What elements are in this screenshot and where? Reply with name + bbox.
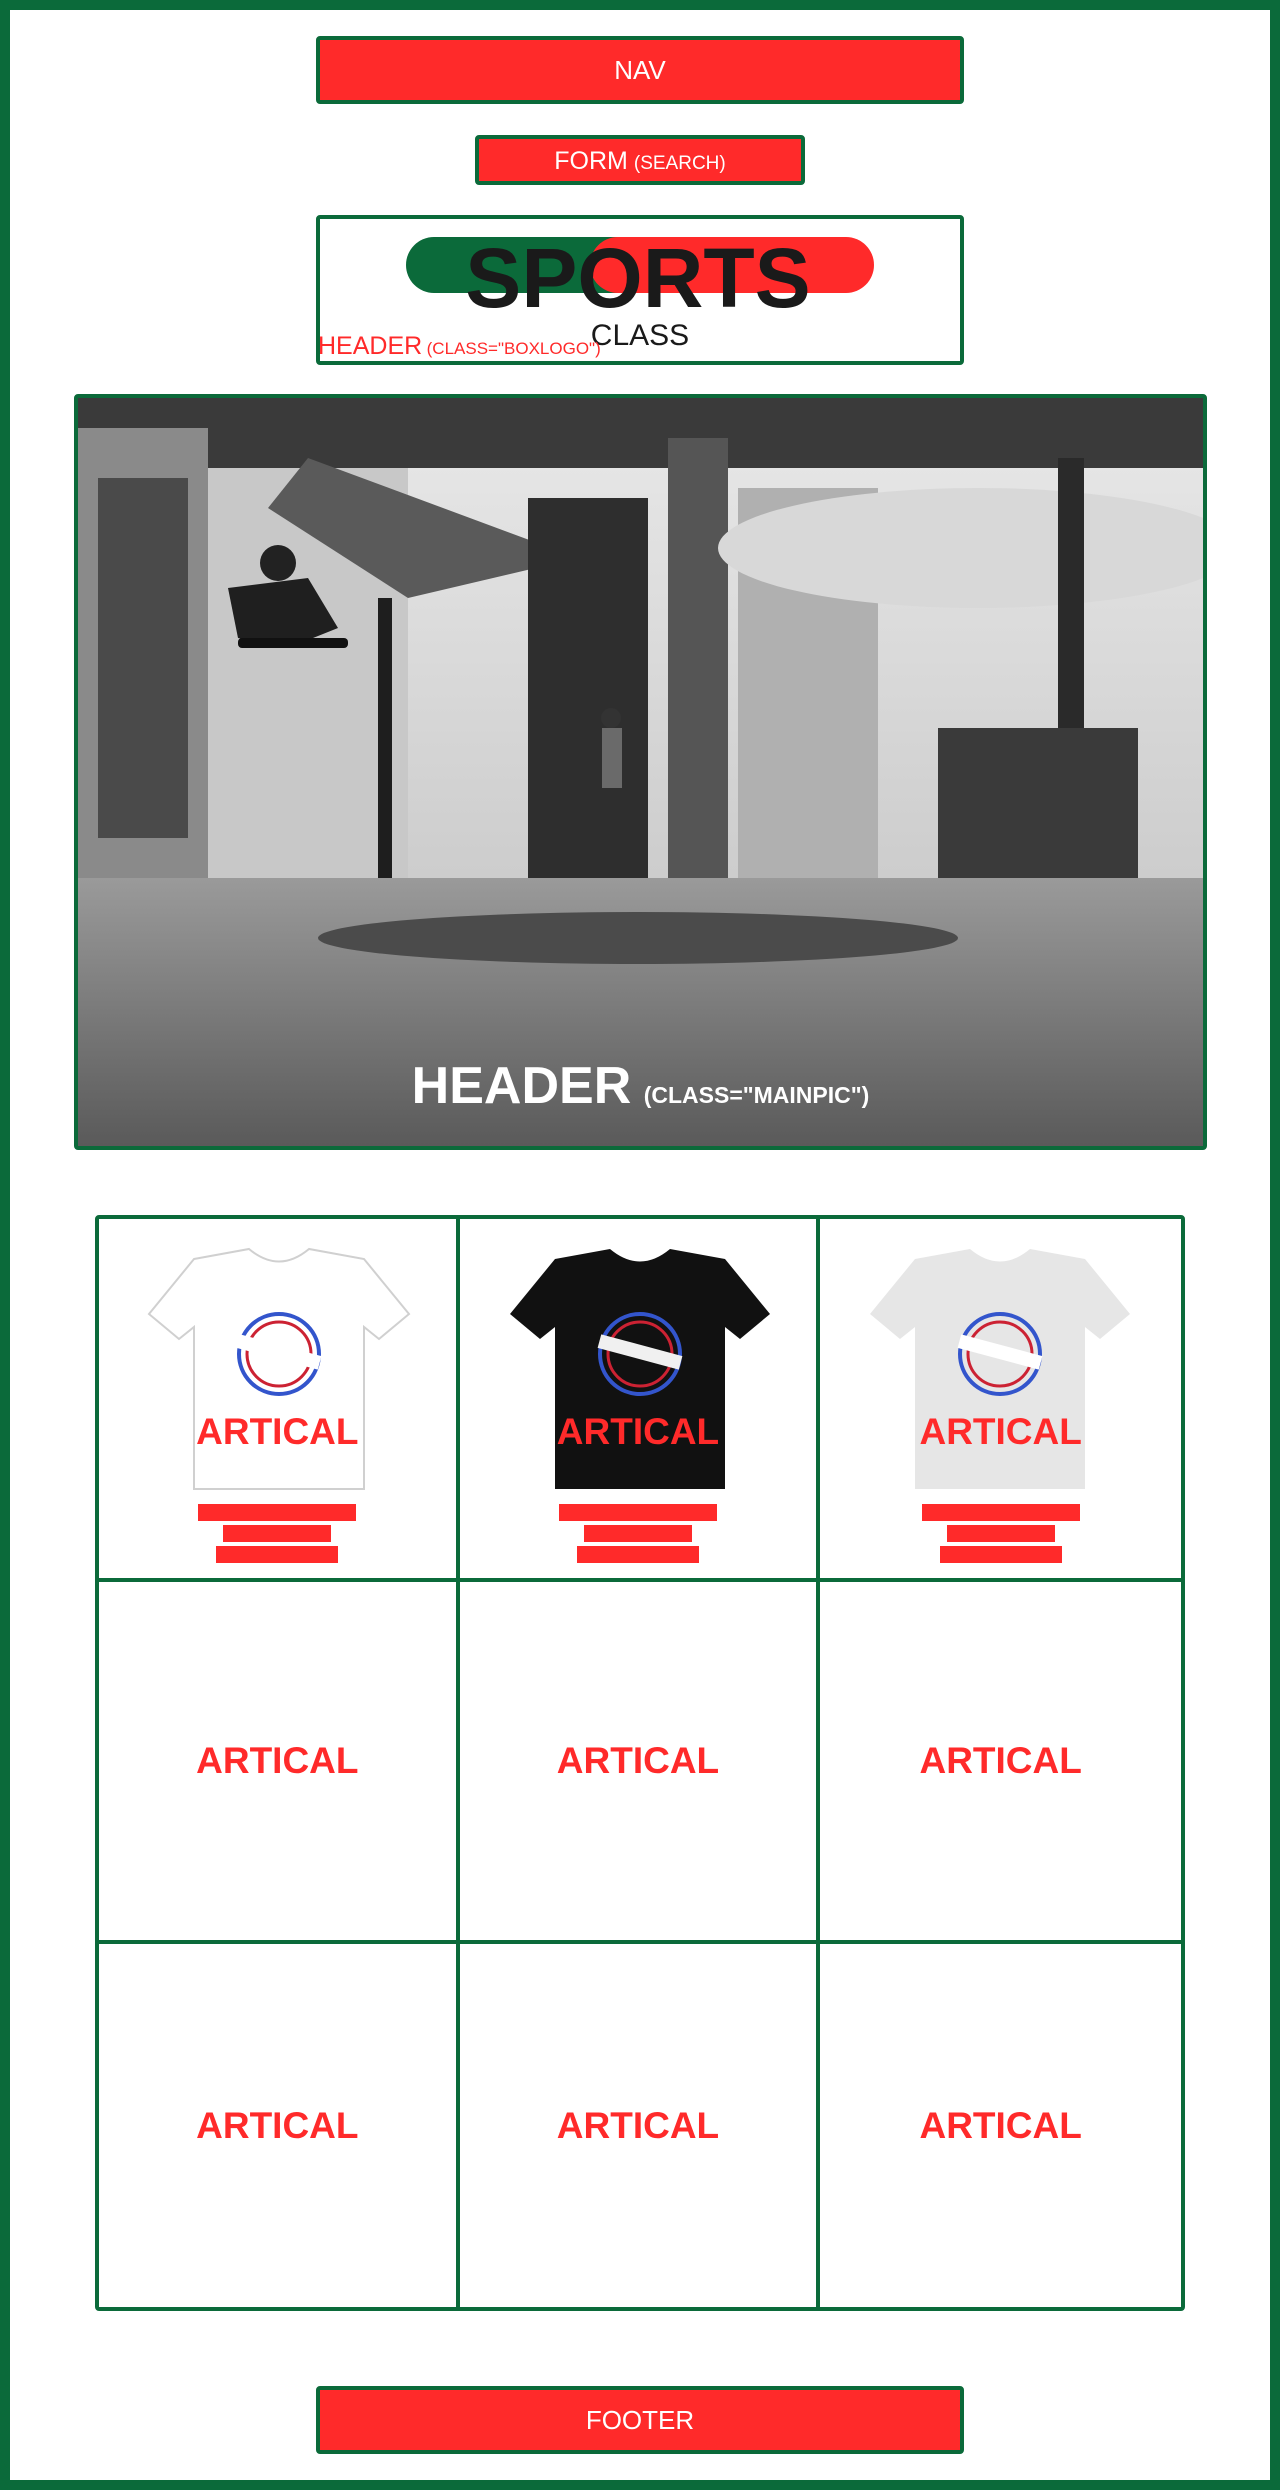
article-label: ARTICAL <box>196 1739 359 1781</box>
article-bar <box>223 1525 332 1542</box>
article-card[interactable]: ARTICAL <box>459 1219 821 1582</box>
logo-brand-sub: CLASS <box>591 319 689 352</box>
logo-brand-word: SPORTS <box>465 231 810 325</box>
article-card[interactable]: ARTICAL <box>820 1582 1181 1945</box>
mainpic-caption-sub: (CLASS="MAINPIC") <box>643 1082 870 1108</box>
mainpic-caption-main: HEADER <box>411 1057 632 1115</box>
boxlogo-caption: HEADER (CLASS="BOXLOGO") <box>318 332 601 361</box>
article-text-bars <box>460 1504 817 1567</box>
search-form-label: FORM <box>554 147 628 175</box>
article-label: ARTICAL <box>919 2104 1082 2146</box>
article-label: ARTICAL <box>919 1411 1082 1452</box>
article-text-bars <box>820 1504 1181 1567</box>
mainpic-header: HEADER (CLASS="MAINPIC") <box>74 394 1207 1150</box>
boxlogo-caption-main: HEADER <box>318 332 423 360</box>
article-card[interactable]: ARTICAL <box>820 1944 1181 2307</box>
search-form[interactable]: FORM (SEARCH) <box>475 135 805 185</box>
boxlogo-caption-sub: (CLASS="BOXLOGO") <box>426 339 601 358</box>
article-bar <box>198 1504 357 1521</box>
article-card[interactable]: ARTICAL <box>99 1944 460 2307</box>
nav-label: NAV <box>614 54 666 85</box>
article-bar <box>216 1546 339 1563</box>
article-card[interactable]: ARTICAL <box>820 1219 1181 1582</box>
skateboarder-photo <box>78 398 1203 1146</box>
footer-bar[interactable]: FOOTER <box>316 2386 964 2454</box>
article-grid: ARTICAL ARTICAL ARTICAL ARTICAL ARTICAL … <box>95 1215 1185 2311</box>
article-label: ARTICAL <box>556 2104 720 2146</box>
article-bar <box>946 1525 1055 1542</box>
article-card[interactable]: ARTICAL <box>99 1219 460 1582</box>
article-card[interactable]: ARTICAL <box>99 1581 460 1945</box>
nav-bar[interactable]: NAV <box>316 36 964 104</box>
article-card[interactable]: ARTICAL <box>460 1944 821 2307</box>
article-label: ARTICAL <box>196 2104 359 2146</box>
article-bar <box>583 1525 692 1542</box>
article-card[interactable]: ARTICAL <box>459 1581 821 1945</box>
article-label: ARTICAL <box>556 1411 720 1452</box>
article-text-bars <box>99 1504 456 1567</box>
article-label: ARTICAL <box>196 1411 359 1452</box>
mainpic-caption: HEADER (CLASS="MAINPIC") <box>78 1056 1203 1116</box>
article-label: ARTICAL <box>556 1739 720 1781</box>
article-bar <box>558 1504 717 1521</box>
article-label: ARTICAL <box>919 1739 1082 1781</box>
article-bar <box>576 1546 699 1563</box>
article-bar <box>939 1546 1062 1563</box>
footer-label: FOOTER <box>585 2404 695 2435</box>
article-bar <box>921 1504 1080 1521</box>
search-form-sublabel: (SEARCH) <box>633 153 726 174</box>
